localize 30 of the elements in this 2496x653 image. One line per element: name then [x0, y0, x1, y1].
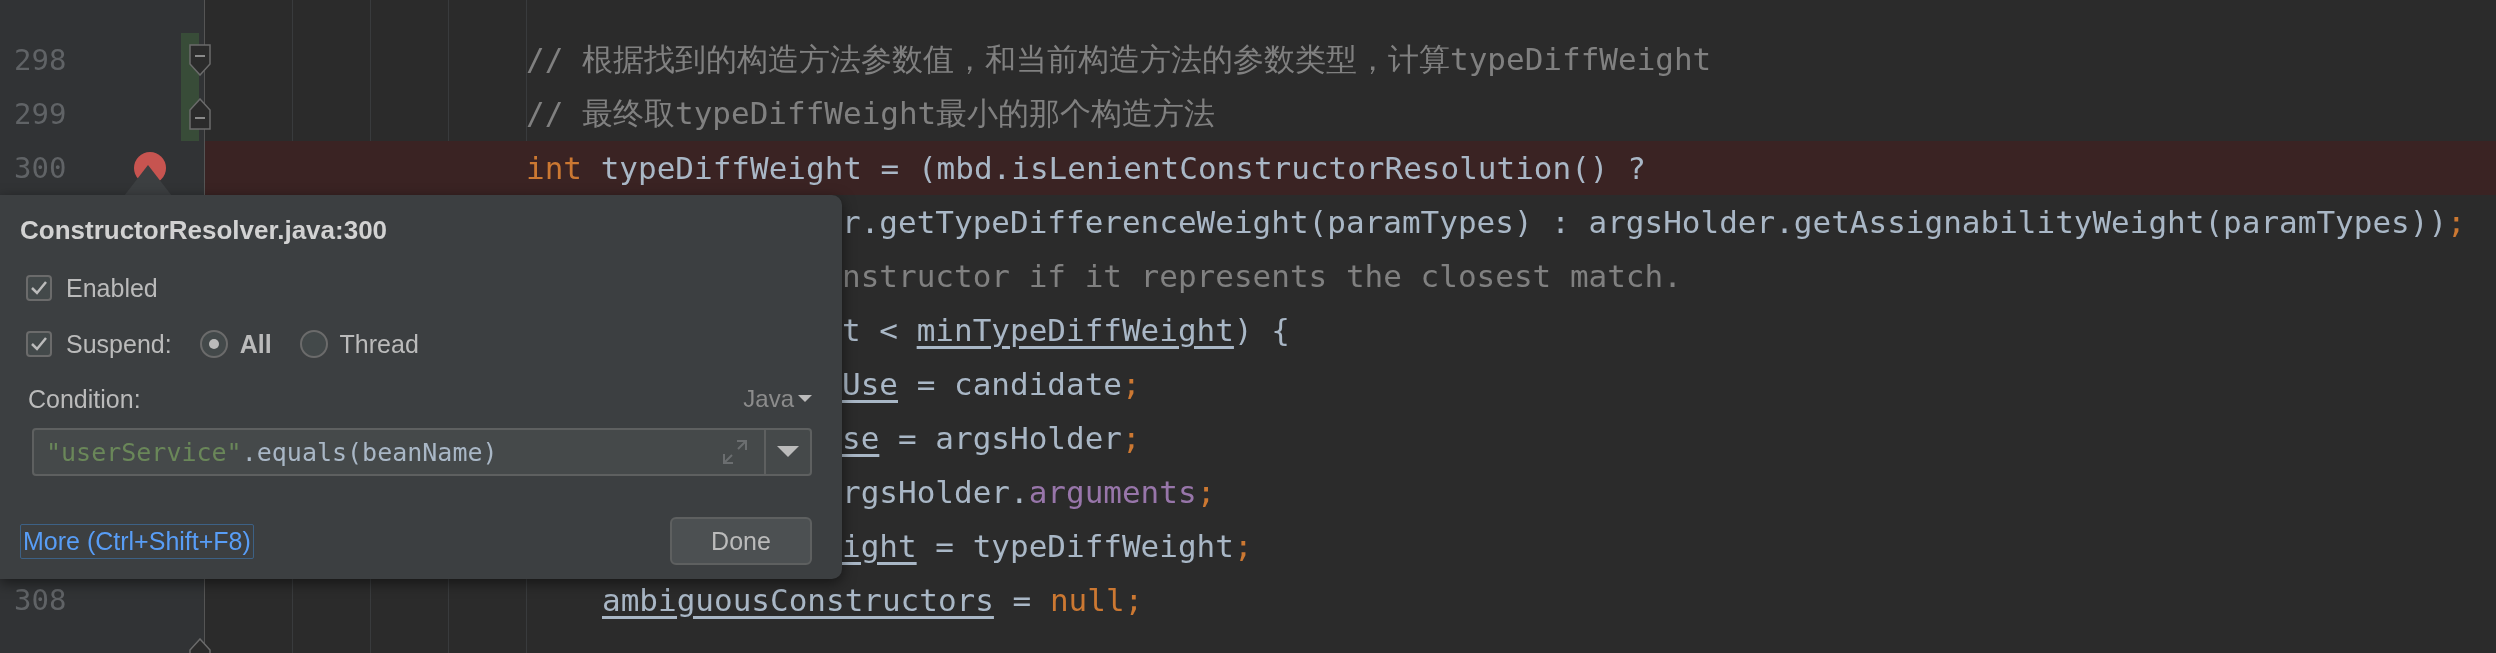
code-line: t < minTypeDiffWeight) { — [842, 312, 1290, 348]
checkbox-label: Enabled — [66, 273, 158, 303]
checkbox-label: Suspend: — [66, 329, 172, 359]
radio-label: Thread — [339, 329, 419, 359]
code-line: rgsHolder.arguments; — [842, 474, 1216, 510]
more-link[interactable]: More (Ctrl+Shift+F8) — [20, 523, 254, 559]
caret-icon — [798, 395, 812, 403]
code-comment: // 根据找到的构造方法参数值，和当前构造方法的参数类型，计算typeDiffWeight — [526, 40, 1712, 79]
radio-button[interactable] — [199, 330, 228, 358]
code-line: se = argsHolder; — [842, 420, 1141, 456]
popup-title: ConstructorResolver.java:300 — [20, 215, 389, 246]
radio-button[interactable] — [299, 330, 328, 358]
language-dropdown[interactable]: Java — [743, 385, 812, 413]
condition-label: Condition: — [28, 384, 141, 414]
code-comment: // 最终取typeDiffWeight最小的那个构造方法 — [526, 94, 1216, 133]
code-line: int typeDiffWeight = (mbd.isLenientConstructorResolution() ? — [526, 150, 1646, 186]
code-line: ambiguousConstructors = null; — [602, 582, 1144, 618]
code-line: Use = candidate; — [842, 366, 1141, 402]
check-icon — [30, 336, 48, 352]
code-line: ight = typeDiffWeight; — [842, 528, 1253, 564]
enabled-checkbox[interactable] — [26, 275, 52, 301]
done-button[interactable]: Done — [670, 517, 812, 565]
code-comment: nstructor if it represents the closest match. — [842, 258, 1682, 294]
radio-dot-icon — [208, 339, 219, 349]
code-line: r.getTypeDifferenceWeight(paramTypes) : argsHolder.getAssignabilityWeight(paramTypes)); — [842, 204, 2466, 240]
suspend-checkbox[interactable] — [26, 331, 52, 357]
radio-label: All — [239, 329, 272, 359]
check-icon — [30, 280, 48, 296]
caret-icon — [777, 446, 799, 458]
condition-field[interactable]: "userService".equals(beanName) — [32, 428, 812, 476]
